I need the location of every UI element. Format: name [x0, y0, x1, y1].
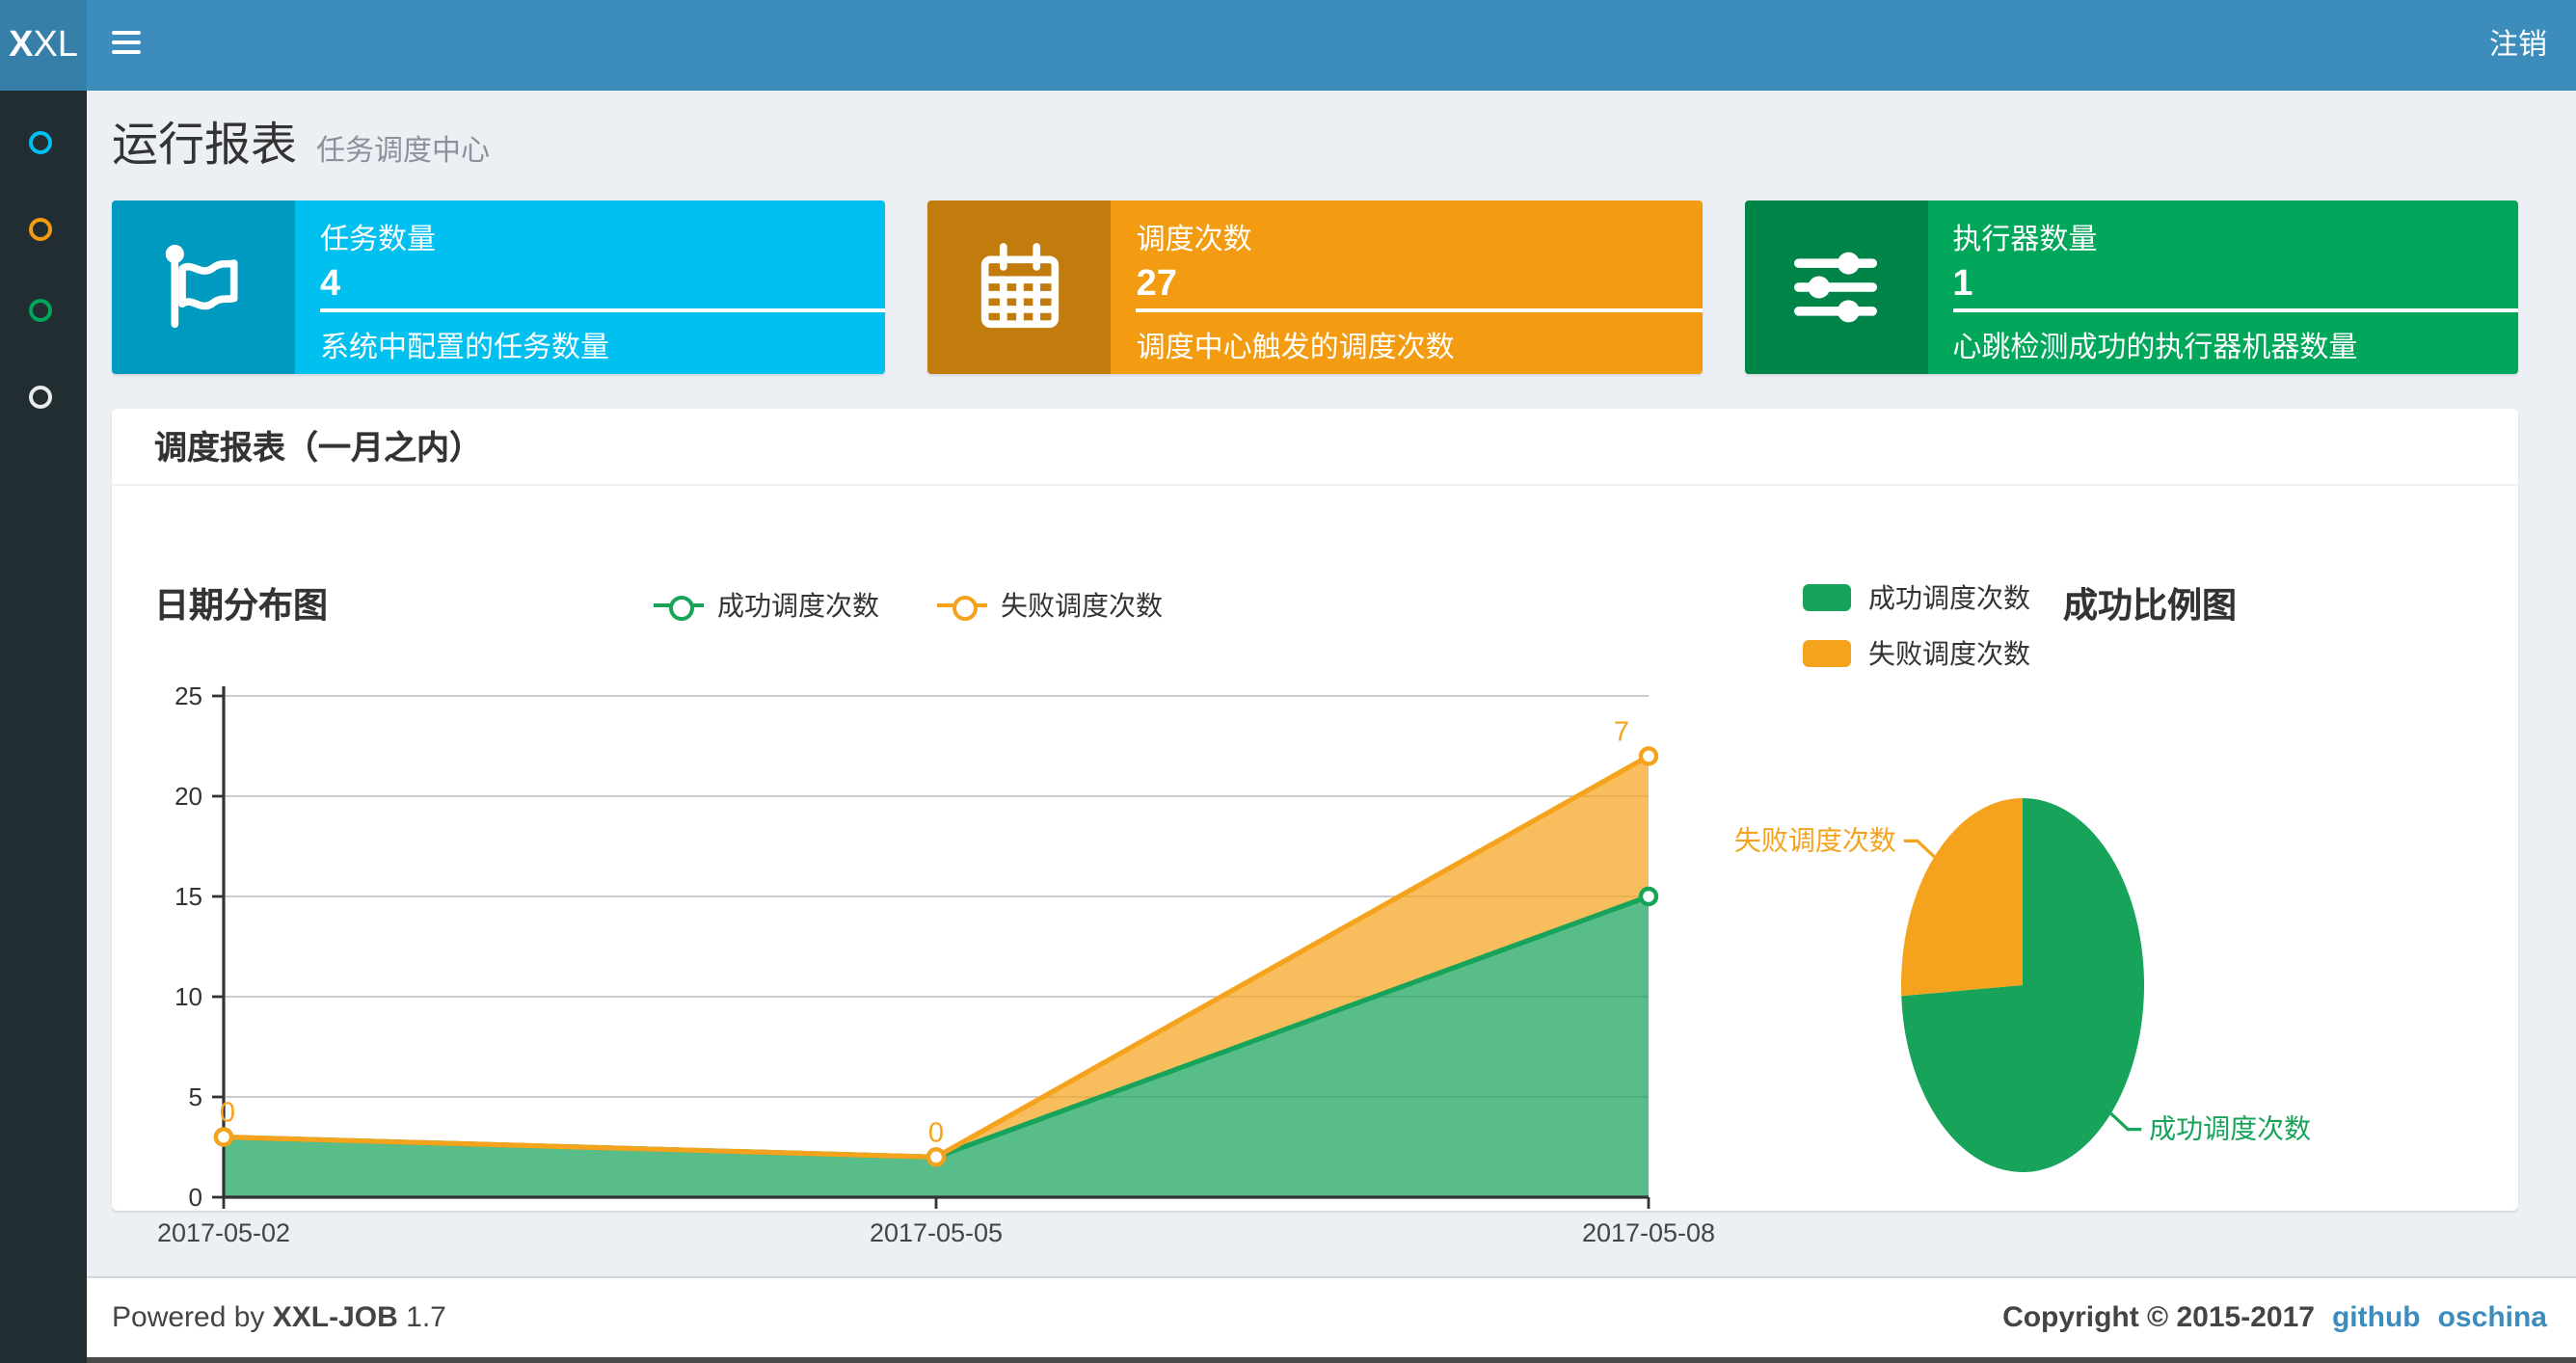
app-logo[interactable]: X XL	[0, 0, 87, 91]
legend-label: 失败调度次数	[1868, 638, 2030, 669]
logout-link[interactable]: 注销	[2460, 0, 2576, 91]
svg-text:20: 20	[174, 782, 202, 811]
logo-text-bold: X	[9, 24, 34, 65]
info-box-desc: 心跳检测成功的执行器机器数量	[1952, 332, 2358, 364]
circle-o-icon[interactable]	[29, 131, 52, 154]
app-root: X XL 注销 运行报表 任务调度中心 任务数量 4 系统中配置的任务数量 调度…	[0, 0, 2576, 1363]
svg-text:失败调度次数: 失败调度次数	[1734, 825, 1896, 855]
calendar-icon	[927, 200, 1112, 374]
panel-body: 日期分布图 成功调度次数 失败调度次数 0 5 10 15 20 25 2017-05-02…	[112, 486, 2518, 1247]
oschina-link[interactable]: oschina	[2438, 1300, 2547, 1333]
info-box-desc: 系统中配置的任务数量	[320, 332, 610, 364]
legend-item-fail[interactable]: 失败调度次数	[1803, 634, 2030, 673]
divider	[320, 308, 886, 312]
info-box-executors: 执行器数量 1 心跳检测成功的执行器机器数量	[1744, 200, 2518, 374]
legend-label: 成功调度次数	[1868, 582, 2030, 613]
flag-icon	[112, 200, 295, 374]
info-box-body: 任务数量 4 系统中配置的任务数量	[295, 200, 886, 374]
circle-o-icon[interactable]	[29, 218, 52, 241]
page-header: 运行报表 任务调度中心	[112, 106, 490, 174]
panel-title: 调度报表（一月之内）	[112, 409, 2518, 486]
info-box-value: 4	[320, 264, 341, 305]
top-navbar: X XL 注销	[0, 0, 2576, 91]
svg-text:0: 0	[189, 1183, 202, 1212]
page-footer: Powered by XXL-JOB 1.7 Copyright © 2015-…	[87, 1275, 2576, 1356]
svg-text:5: 5	[189, 1082, 202, 1111]
legend-item-fail[interactable]: 失败调度次数	[937, 586, 1163, 625]
info-box-value: 27	[1136, 264, 1177, 305]
info-box-triggers: 调度次数 27 调度中心触发的调度次数	[927, 200, 1703, 374]
pie-chart-legend: 成功调度次数 失败调度次数	[1803, 578, 2030, 690]
report-panel: 调度报表（一月之内） 日期分布图 成功调度次数 失败调度次数 0 5 10 15 20 2…	[112, 409, 2518, 1247]
copyright-text: Copyright © 2015-2017 github oschina	[2002, 1300, 2547, 1333]
info-box-value: 1	[1952, 264, 1973, 305]
swatch-icon	[1803, 584, 1851, 611]
info-box-title: 调度次数	[1136, 224, 1252, 256]
page-subtitle: 任务调度中心	[316, 135, 491, 168]
success-ratio-pie-chart[interactable]: 成功调度次数 失败调度次数	[1734, 713, 2564, 1253]
info-box-body: 调度次数 27 调度中心触发的调度次数	[1112, 200, 1703, 374]
divider	[1136, 308, 1703, 312]
svg-text:2017-05-02: 2017-05-02	[157, 1218, 290, 1247]
svg-text:2017-05-08: 2017-05-08	[1582, 1218, 1715, 1247]
svg-text:成功调度次数: 成功调度次数	[2149, 1114, 2311, 1144]
pie-chart-title: 成功比例图	[2063, 586, 2237, 625]
info-box-body: 执行器数量 1 心跳检测成功的执行器机器数量	[1927, 200, 2518, 374]
github-link[interactable]: github	[2332, 1300, 2421, 1333]
page-title: 运行报表	[112, 120, 297, 172]
svg-text:7: 7	[1614, 716, 1629, 747]
powered-by-text: Powered by XXL-JOB 1.7	[112, 1300, 446, 1333]
legend-item-success[interactable]: 成功调度次数	[654, 586, 879, 625]
info-box-jobs: 任务数量 4 系统中配置的任务数量	[112, 200, 886, 374]
sliders-icon	[1744, 200, 1928, 374]
line-marker-icon	[937, 596, 987, 621]
logo-text-rest: XL	[33, 24, 78, 65]
swatch-icon	[1803, 640, 1851, 667]
info-box-title: 任务数量	[320, 224, 437, 256]
main-content: 运行报表 任务调度中心 任务数量 4 系统中配置的任务数量 调度次数 27 调度…	[87, 91, 2576, 1274]
hamburger-icon[interactable]	[112, 31, 141, 58]
line-chart-legend: 成功调度次数 失败调度次数	[112, 586, 1704, 625]
svg-text:0: 0	[928, 1117, 944, 1148]
date-distribution-chart[interactable]: 05101520252017-05-02 2017-05-05 2017-05-08…	[135, 675, 1715, 1253]
svg-text:10: 10	[174, 982, 202, 1011]
svg-text:15: 15	[174, 882, 202, 911]
legend-item-success[interactable]: 成功调度次数	[1803, 578, 2030, 617]
info-box-row: 任务数量 4 系统中配置的任务数量 调度次数 27 调度中心触发的调度次数 执行…	[112, 200, 2518, 374]
circle-o-icon[interactable]	[29, 299, 52, 322]
line-marker-icon	[654, 596, 704, 621]
info-box-title: 执行器数量	[1952, 224, 2098, 256]
legend-label: 成功调度次数	[717, 590, 879, 621]
info-box-desc: 调度中心触发的调度次数	[1136, 332, 1455, 364]
brand-name: XXL-JOB	[272, 1300, 398, 1333]
svg-text:25: 25	[174, 682, 202, 710]
bottom-edge-strip	[0, 1356, 2576, 1363]
sidebar	[0, 91, 87, 1363]
svg-text:0: 0	[220, 1098, 235, 1129]
circle-o-icon[interactable]	[29, 386, 52, 409]
legend-label: 失败调度次数	[1001, 590, 1163, 621]
svg-text:2017-05-05: 2017-05-05	[870, 1218, 1003, 1247]
divider	[1952, 308, 2518, 312]
